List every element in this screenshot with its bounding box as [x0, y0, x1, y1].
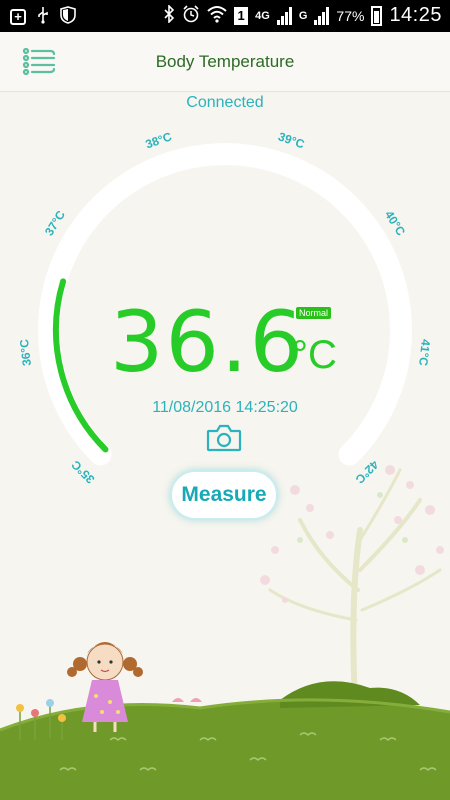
temperature-value: 36.6 — [110, 293, 306, 391]
gauge-scale-label: 38°C — [144, 129, 174, 151]
gauge-scale-label: 41°C — [416, 338, 433, 367]
camera-icon[interactable] — [206, 424, 242, 452]
temperature-unit: °C — [292, 333, 337, 377]
measure-button[interactable]: Measure — [170, 470, 278, 520]
gauge-scale-label: 39°C — [276, 129, 306, 151]
measurement-timestamp: 11/08/2016 14:25:20 — [152, 399, 298, 416]
gauge-scale-label: 37°C — [42, 208, 68, 238]
gauge-scale-label: 36°C — [17, 338, 34, 367]
gauge-scale-label: 40°C — [382, 208, 408, 238]
